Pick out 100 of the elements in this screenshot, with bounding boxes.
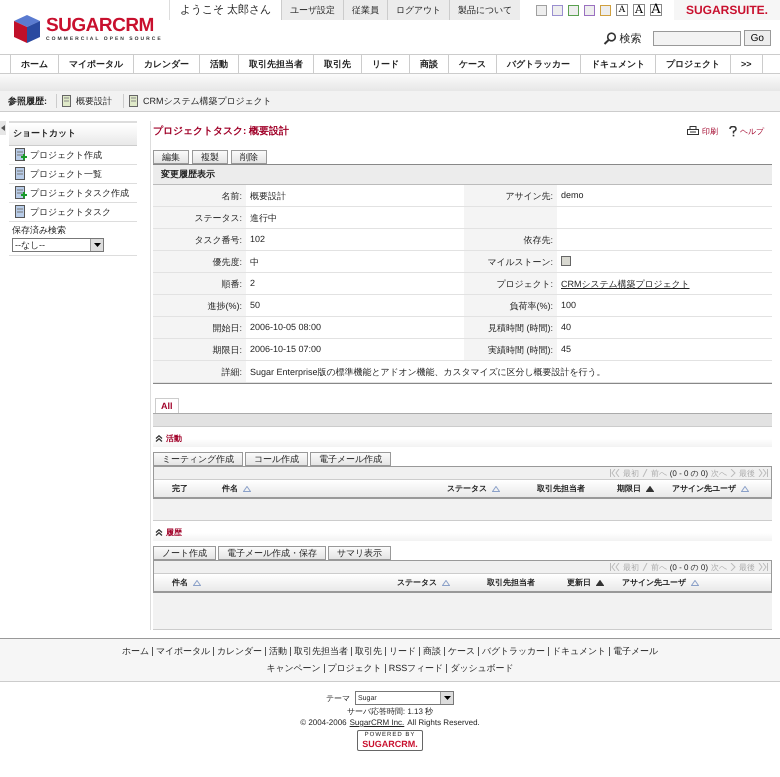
sort-arrow-icon[interactable]: [691, 580, 699, 586]
footer-link[interactable]: 活動: [265, 647, 290, 656]
color-theme-swatch[interactable]: [568, 4, 579, 16]
color-theme-swatch[interactable]: [536, 4, 547, 16]
column-header[interactable]: ステータス: [447, 483, 487, 494]
column-header[interactable]: アサイン先ユーザ: [622, 577, 686, 588]
collapse-icon[interactable]: [155, 529, 163, 536]
column-header[interactable]: 件名: [222, 483, 238, 494]
footer-link[interactable]: RSSフィード: [384, 664, 446, 673]
field-value: demo: [561, 190, 584, 200]
shortcut-link[interactable]: プロジェクトタスク作成: [30, 186, 129, 200]
nav-tab[interactable]: 取引先: [314, 55, 362, 73]
column-header[interactable]: 取引先担当者: [537, 483, 585, 494]
footer-link[interactable]: ホーム: [119, 647, 152, 656]
column-header[interactable]: ステータス: [397, 577, 437, 588]
next-page-icon: [730, 469, 736, 477]
previous-page-icon: [642, 469, 648, 477]
saved-search-dropdown[interactable]: --なし--: [12, 238, 104, 252]
action-link[interactable]: ヘルプ: [740, 126, 764, 136]
sort-arrow-icon[interactable]: [741, 486, 749, 492]
shortcut-link[interactable]: プロジェクトタスク: [30, 206, 111, 218]
breadcrumb-link[interactable]: CRMシステム構築プロジェクト: [143, 94, 272, 108]
color-theme-swatch[interactable]: [600, 4, 611, 16]
footer-link[interactable]: 商談: [419, 647, 444, 656]
nav-tab[interactable]: マイポータル: [59, 55, 134, 73]
field-value: 2006-10-15 07:00: [249, 343, 322, 356]
subpanel-tab[interactable]: All: [155, 398, 179, 413]
column-header[interactable]: 取引先担当者: [487, 577, 535, 588]
footer-link[interactable]: キャンペーン: [264, 664, 324, 673]
color-theme-swatch[interactable]: [584, 4, 595, 16]
copyright-text: © 2004-2006: [300, 718, 347, 727]
sorted-arrow-icon[interactable]: [646, 486, 654, 492]
create-button[interactable]: ミーティング作成: [153, 452, 243, 466]
nav-tab[interactable]: カレンダー: [134, 55, 200, 73]
nav-tab[interactable]: ホーム: [11, 55, 59, 73]
sidebar-collapse-handle[interactable]: [0, 121, 6, 135]
font-size-button[interactable]: A: [616, 4, 628, 16]
nav-tab[interactable]: 商談: [410, 55, 449, 73]
action-button[interactable]: 複製: [192, 150, 228, 164]
field-label: 優先度:: [153, 251, 246, 272]
nav-tab[interactable]: ケース: [449, 55, 497, 73]
sort-arrow-icon[interactable]: [243, 486, 251, 492]
company-link[interactable]: SugarCRM Inc.: [350, 718, 404, 727]
column-header[interactable]: 更新日: [567, 577, 591, 588]
previous-page-icon: [642, 563, 648, 571]
nav-tab[interactable]: バグトラッカー: [497, 55, 581, 73]
user-menu-link[interactable]: 製品について: [448, 0, 520, 20]
shortcut-link[interactable]: プロジェクト作成: [30, 148, 102, 162]
nav-tab[interactable]: ドキュメント: [581, 55, 656, 73]
footer-link[interactable]: プロジェクト: [324, 664, 385, 673]
column-header[interactable]: 件名: [172, 577, 188, 588]
first-page-icon: [610, 563, 620, 571]
create-button[interactable]: 電子メール作成・保存: [218, 546, 326, 560]
sorted-arrow-icon[interactable]: [596, 580, 604, 586]
footer-link[interactable]: カレンダー: [213, 647, 265, 656]
sort-arrow-icon[interactable]: [193, 580, 201, 586]
footer-link[interactable]: 電子メール: [609, 647, 661, 656]
collapse-icon[interactable]: [155, 435, 163, 442]
action-button[interactable]: 編集: [153, 150, 189, 164]
nav-tab[interactable]: リード: [362, 55, 410, 73]
search-field[interactable]: [652, 30, 741, 46]
shortcut-link[interactable]: プロジェクト一覧: [30, 168, 102, 180]
column-header[interactable]: アサイン先ユーザ: [672, 483, 736, 494]
breadcrumb-link[interactable]: 概要設計: [76, 94, 112, 108]
font-size-button[interactable]: A: [650, 4, 662, 16]
last-page-icon: [758, 469, 768, 477]
last-page-icon: [758, 563, 768, 571]
footer-link[interactable]: 取引先: [351, 647, 385, 656]
footer-link[interactable]: ドキュメント: [548, 647, 609, 656]
user-menu-link[interactable]: ログアウト: [386, 0, 449, 20]
pager-next: 次へ: [711, 468, 727, 478]
nav-tab[interactable]: 活動: [200, 55, 239, 73]
footer-link[interactable]: 取引先担当者: [290, 647, 351, 656]
create-button[interactable]: ノート作成: [153, 546, 216, 560]
font-size-button[interactable]: A: [632, 4, 645, 16]
user-menu-link[interactable]: 従業員: [342, 0, 387, 20]
go-button[interactable]: Go: [744, 30, 771, 46]
document-icon: [15, 186, 27, 200]
footer-link[interactable]: リード: [385, 647, 419, 656]
action-link[interactable]: 印刷: [702, 126, 718, 136]
sort-arrow-icon[interactable]: [492, 486, 500, 492]
project-link[interactable]: CRMシステム構築プロジェクト: [561, 279, 690, 289]
nav-tab[interactable]: プロジェクト: [656, 55, 731, 73]
create-button[interactable]: コール作成: [245, 452, 308, 466]
milestone-checkbox[interactable]: [561, 256, 571, 266]
nav-tab[interactable]: >>: [731, 55, 763, 73]
footer-link[interactable]: マイポータル: [152, 647, 213, 656]
footer-link[interactable]: ダッシュボード: [446, 664, 516, 673]
create-button[interactable]: 電子メール作成: [310, 452, 391, 466]
footer-link[interactable]: ケース: [444, 647, 478, 656]
field-label: タスク番号:: [153, 229, 246, 250]
footer-link[interactable]: バグトラッカー: [478, 647, 548, 656]
nav-tab[interactable]: 取引先担当者: [239, 55, 314, 73]
column-header[interactable]: 完了: [172, 483, 188, 494]
user-menu-link[interactable]: ユーザ設定: [280, 0, 343, 20]
sort-arrow-icon[interactable]: [442, 580, 450, 586]
create-button[interactable]: サマリ表示: [328, 546, 391, 560]
column-header[interactable]: 期限日: [617, 483, 641, 494]
color-theme-swatch[interactable]: [552, 4, 563, 16]
action-button[interactable]: 削除: [231, 150, 267, 164]
